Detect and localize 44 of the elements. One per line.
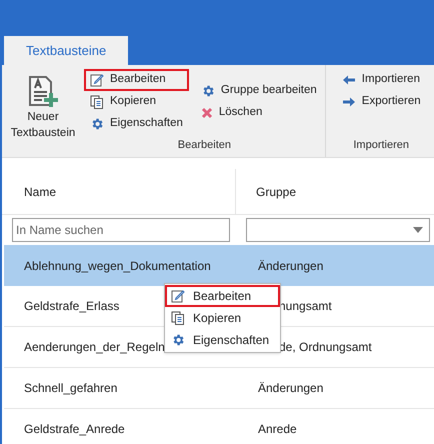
arrow-left-icon [342,74,356,86]
group-cell-text: nungsamt [278,298,332,315]
menu-item[interactable]: Kopieren [165,307,280,329]
group-cell-text: Anrede [257,421,297,438]
group-cell-text: Änderungen [257,380,324,397]
menu-item[interactable]: Bearbeiten [165,285,280,307]
table-row[interactable]: Geldstrafe_Anrede Anrede [4,409,434,444]
settings-icon [200,84,215,98]
edit-icon [171,289,185,303]
ribbon-button[interactable]: Exportieren [336,91,427,113]
name-cell: Aenderungen_der_Regeln [24,340,165,354]
settings-icon [171,333,185,347]
group-dropdown[interactable] [246,218,430,242]
arrow-right-icon [342,96,356,108]
name-cell: Geldstrafe_Erlass [24,299,120,313]
menu-item[interactable]: Eigenschaften [165,329,280,351]
group-label: Bearbeiten [176,138,232,152]
button-label: Textbaustein [10,126,76,141]
ribbon-button[interactable]: Importieren [336,69,427,91]
table-row[interactable]: Ablehnung_wegen_Dokumentation Änderungen [4,245,434,286]
close-icon [200,107,213,119]
ribbon-button[interactable]: Eigenschaften [84,113,189,135]
ribbon-button[interactable]: Löschen [194,102,323,124]
settings-icon [90,117,104,131]
document-plus-icon [28,75,58,109]
copy-icon [171,311,185,325]
name-cell: Schnell_gefahren [24,381,118,395]
ribbon-button[interactable]: Kopieren [84,91,189,113]
button-label: Neuer [27,110,59,125]
name-cell: Ablehnung_wegen_Dokumentation [24,258,211,272]
dropdown-arrow-icon [413,227,423,233]
search-field[interactable]: In Name suchen [12,218,230,242]
column-header[interactable]: Name [24,182,56,200]
column-header[interactable]: Gruppe [236,182,296,200]
table-row[interactable]: Schnell_gefahren Änderungen [4,368,434,409]
new-text-block-button[interactable]: Neuer Textbaustein [10,75,76,141]
group-label: Importieren [352,138,410,152]
copy-icon [90,95,104,109]
name-cell: Geldstrafe_Anrede [24,422,125,436]
edit-icon [90,73,104,87]
tab[interactable]: Textbausteine [4,36,128,65]
ribbon-button[interactable]: Bearbeiten [84,69,189,91]
ribbon-button[interactable]: Gruppe bearbeiten [194,80,323,102]
group-cell-text: Änderungen [257,258,324,274]
